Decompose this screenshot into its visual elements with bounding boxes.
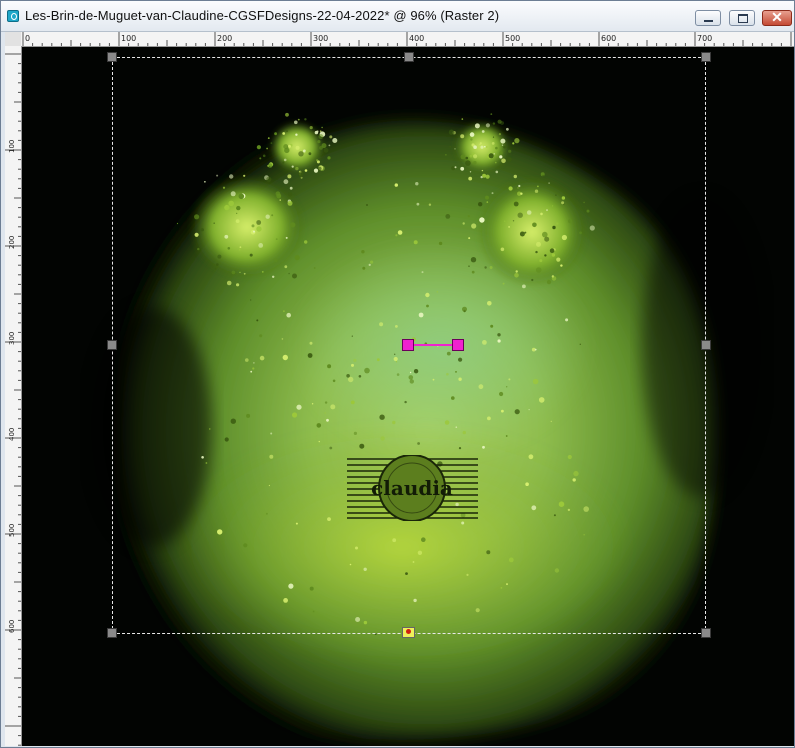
ruler-label: 300 bbox=[313, 34, 328, 43]
close-button[interactable]: ✕ bbox=[762, 9, 792, 26]
ruler-label: 100 bbox=[8, 140, 16, 153]
handle-top-left[interactable] bbox=[107, 52, 117, 62]
claudia-watermark-logo: claudia bbox=[347, 455, 478, 521]
vertical-ruler[interactable]: 100 200 300 400 500 600 bbox=[5, 46, 22, 746]
app-icon[interactable] bbox=[7, 10, 19, 22]
ruler-label: 600 bbox=[601, 34, 616, 43]
ruler-label: 700 bbox=[697, 34, 712, 43]
title-bar[interactable]: Les-Brin-de-Muguet-van-Claudine-CGSFDesi… bbox=[1, 1, 794, 32]
maximize-icon bbox=[738, 14, 748, 23]
ruler-label: 600 bbox=[8, 620, 16, 633]
center-marker-icon[interactable] bbox=[402, 627, 415, 638]
ruler-label: 400 bbox=[409, 34, 424, 43]
ruler-label: 500 bbox=[505, 34, 520, 43]
image-document-window: Les-Brin-de-Muguet-van-Claudine-CGSFDesi… bbox=[0, 0, 795, 748]
handle-bottom-right[interactable] bbox=[701, 628, 711, 638]
pivot-point-handle[interactable] bbox=[402, 339, 414, 351]
watermark-text: claudia bbox=[371, 476, 453, 500]
maximize-button[interactable] bbox=[729, 10, 755, 26]
rotation-handle[interactable] bbox=[452, 339, 464, 351]
handle-top-right[interactable] bbox=[701, 52, 711, 62]
minimize-icon bbox=[704, 20, 713, 22]
ruler-label: 0 bbox=[25, 34, 30, 43]
close-icon: ✕ bbox=[771, 9, 783, 25]
handle-bottom-left[interactable] bbox=[107, 628, 117, 638]
handle-middle-right[interactable] bbox=[701, 340, 711, 350]
ruler-label: 400 bbox=[8, 428, 16, 441]
handle-top-center[interactable] bbox=[404, 52, 414, 62]
window-title: Les-Brin-de-Muguet-van-Claudine-CGSFDesi… bbox=[25, 8, 500, 23]
minimize-button[interactable] bbox=[695, 10, 721, 26]
ruler-label: 500 bbox=[8, 524, 16, 537]
ruler-label: 200 bbox=[8, 236, 16, 249]
ruler-corner bbox=[5, 32, 22, 47]
ruler-label: 200 bbox=[217, 34, 232, 43]
handle-middle-left[interactable] bbox=[107, 340, 117, 350]
ruler-label: 100 bbox=[121, 34, 136, 43]
image-canvas[interactable]: claudia bbox=[22, 47, 794, 746]
horizontal-ruler[interactable]: 0 100 200 300 400 500 600 700 bbox=[21, 32, 794, 47]
ruler-label: 300 bbox=[8, 332, 16, 345]
